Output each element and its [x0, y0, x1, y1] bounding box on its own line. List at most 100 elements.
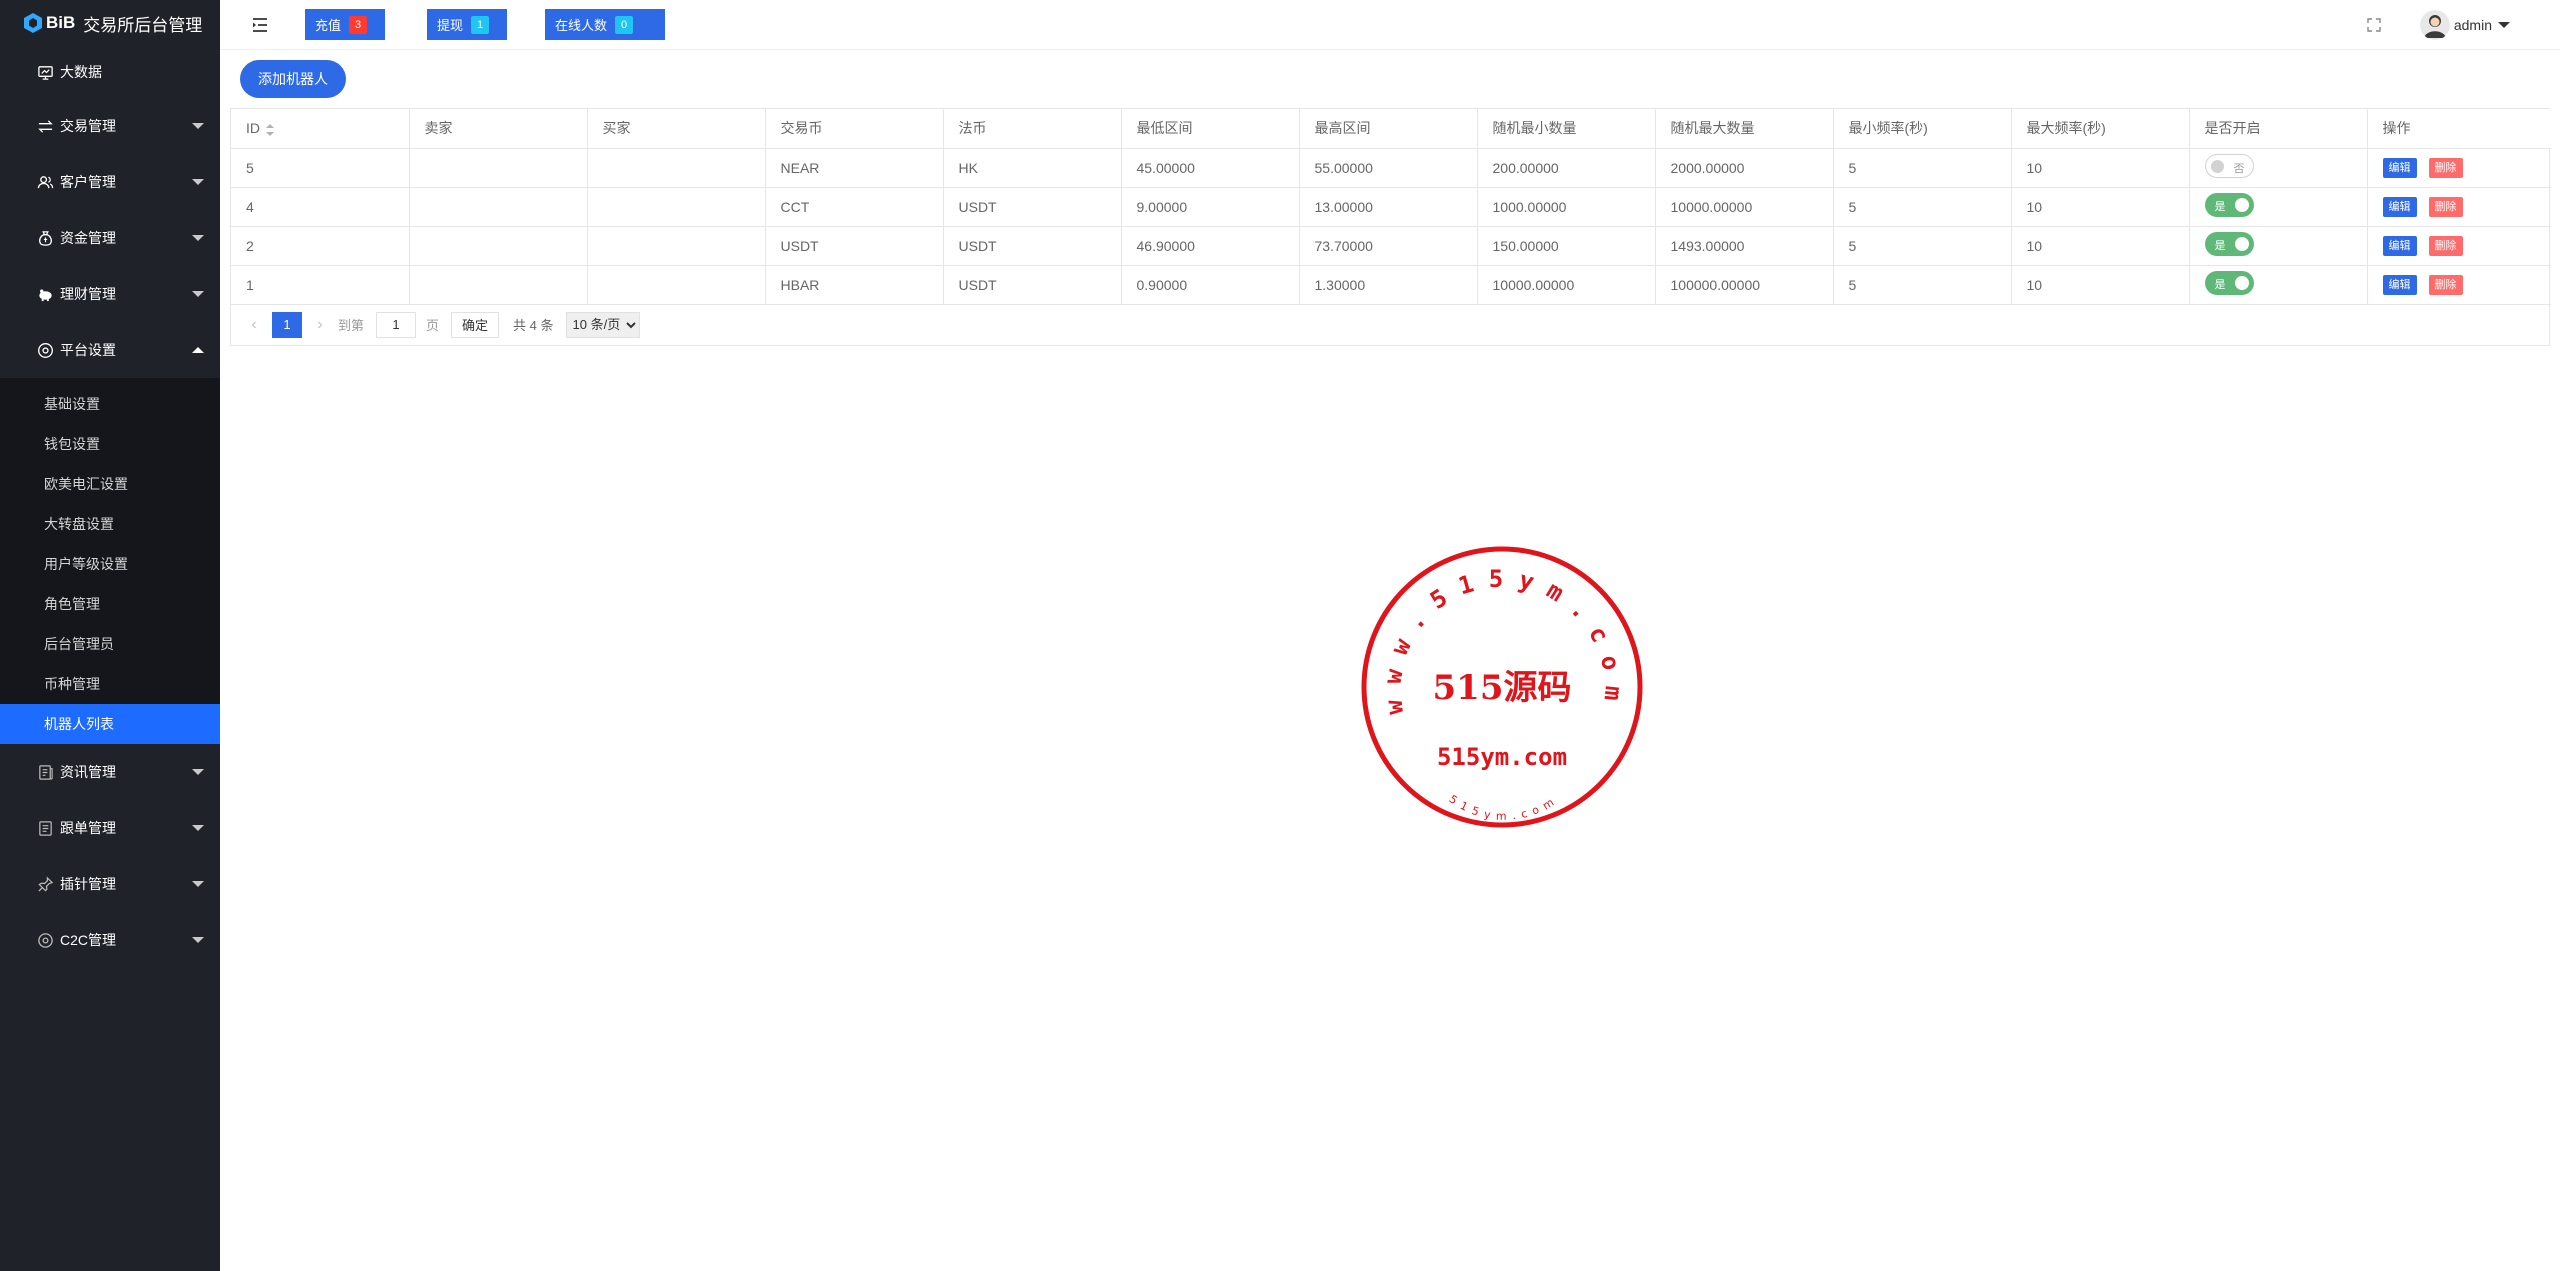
column-header[interactable]: ID — [231, 109, 410, 149]
edit-button[interactable]: 编辑 — [2382, 235, 2417, 256]
prev-page-button[interactable]: ‹ — [246, 316, 262, 334]
cell-buyer — [587, 265, 766, 305]
sort-icon[interactable] — [266, 123, 274, 136]
cell-id: 2 — [231, 226, 410, 266]
cell-coin: CCT — [765, 187, 944, 227]
sidebar-item-a2[interactable]: 客户管理 — [0, 154, 220, 210]
enabled-toggle[interactable]: 否 — [2204, 154, 2254, 178]
edit-button[interactable]: 编辑 — [2382, 157, 2417, 178]
submenu-item[interactable]: 钱包设置 — [0, 424, 220, 464]
top-bar: 充值 3 提现 1 在线人数 0 admin — [220, 0, 2560, 50]
chevron-down-icon — [192, 825, 204, 831]
sidebar-item-b0[interactable]: 资讯管理 — [0, 744, 220, 800]
add-robot-button[interactable]: 添加机器人 — [240, 60, 346, 98]
settings-circle-icon — [36, 341, 54, 359]
cell-max-range: 73.70000 — [1299, 226, 1478, 266]
edit-button[interactable]: 编辑 — [2382, 196, 2417, 217]
cell-min-qty: 10000.00000 — [1477, 265, 1656, 305]
goto-confirm-button[interactable]: 确定 — [451, 311, 500, 338]
delete-button[interactable]: 删除 — [2428, 274, 2463, 295]
column-header-label: 是否开启 — [2204, 120, 2261, 137]
sidebar-item-a4[interactable]: 理财管理 — [0, 266, 220, 322]
column-header-label: 最小频率(秒) — [1848, 120, 1928, 137]
robot-table: ID 卖家 买家 交易币 法币 最低区间 最高区间 随机最小数量 随机最大数量 最小频率(秒) 最大… — [231, 109, 2551, 305]
cell-max-freq: 10 — [2011, 187, 2190, 227]
sidebar-item-label: 大数据 — [60, 64, 102, 80]
submenu-item[interactable]: 币种管理 — [0, 664, 220, 704]
chevron-down-icon — [192, 769, 204, 775]
cell-min-range: 45.00000 — [1121, 148, 1300, 188]
cell-fiat: USDT — [943, 187, 1122, 227]
next-page-button[interactable]: › — [312, 316, 328, 334]
sidebar-item-b3[interactable]: C2C管理 — [0, 912, 220, 968]
sidebar-item-a0[interactable]: 大数据 — [0, 46, 220, 98]
enabled-toggle[interactable]: 是 — [2204, 232, 2254, 256]
toggle-label: 否 — [2233, 163, 2245, 175]
sidebar-item-a3[interactable]: 资金管理 — [0, 210, 220, 266]
cell-min-qty: 200.00000 — [1477, 148, 1656, 188]
sidebar-item-label: 交易管理 — [60, 118, 116, 134]
delete-button[interactable]: 删除 — [2428, 196, 2463, 217]
column-header: 最低区间 — [1121, 109, 1300, 149]
platform-settings-submenu: 基础设置 钱包设置 欧美电汇设置 大转盘设置 用户等级设置 角色管理 后台管理员 币种管理 机器… — [0, 378, 220, 744]
goto-page-input[interactable] — [376, 311, 417, 338]
submenu-item[interactable]: 基础设置 — [0, 384, 220, 424]
page-number-current[interactable]: 1 — [272, 311, 302, 338]
withdraw-button[interactable]: 提现 1 — [427, 9, 507, 40]
enabled-toggle[interactable]: 是 — [2204, 193, 2254, 217]
enabled-toggle[interactable]: 是 — [2204, 271, 2254, 295]
chevron-down-icon — [192, 937, 204, 943]
cell-max-freq: 10 — [2011, 226, 2190, 266]
column-header: 法币 — [943, 109, 1122, 149]
cell-buyer — [587, 187, 766, 227]
cell-max-freq: 10 — [2011, 265, 2190, 305]
sidebar-item-a1[interactable]: 交易管理 — [0, 98, 220, 154]
column-header: 最高区间 — [1299, 109, 1478, 149]
submenu-item[interactable]: 机器人列表 — [0, 704, 220, 744]
cell-max-qty: 100000.00000 — [1655, 265, 1834, 305]
recharge-count-badge: 3 — [349, 15, 368, 34]
delete-button[interactable]: 删除 — [2428, 157, 2463, 178]
submenu-item[interactable]: 大转盘设置 — [0, 504, 220, 544]
cell-min-freq: 5 — [1833, 187, 2012, 227]
cell-seller — [409, 226, 588, 266]
news-icon — [36, 763, 54, 781]
sidebar-item-b1[interactable]: 跟单管理 — [0, 800, 220, 856]
cell-fiat: HK — [943, 148, 1122, 188]
page-size-select[interactable]: 10 条/页 — [565, 311, 640, 338]
online-users-count-badge: 0 — [615, 15, 634, 34]
delete-button[interactable]: 删除 — [2428, 235, 2463, 256]
cell-seller — [409, 265, 588, 305]
toggle-knob — [2234, 276, 2249, 290]
cell-min-qty: 1000.00000 — [1477, 187, 1656, 227]
sidebar-item-label: 资讯管理 — [60, 764, 116, 780]
fullscreen-icon[interactable] — [2366, 17, 2382, 33]
chevron-down-icon — [192, 235, 204, 241]
chevron-down-icon — [2498, 22, 2510, 28]
cell-min-qty: 150.00000 — [1477, 226, 1656, 266]
column-header-label: 卖家 — [424, 120, 453, 137]
toggle-label: 是 — [2214, 279, 2226, 291]
sidebar-item-b2[interactable]: 插针管理 — [0, 856, 220, 912]
cell-enabled: 否 — [2189, 148, 2368, 188]
user-menu[interactable]: admin — [2419, 10, 2510, 40]
submenu-item[interactable]: 角色管理 — [0, 584, 220, 624]
chevron-down-icon — [192, 291, 204, 297]
column-header: 随机最大数量 — [1655, 109, 1834, 149]
menu-toggle-icon[interactable] — [250, 15, 270, 35]
cell-actions: 编辑 删除 — [2367, 148, 2551, 188]
recharge-button[interactable]: 充值 3 — [305, 9, 385, 40]
piggy-bank-icon — [36, 285, 54, 303]
submenu-item[interactable]: 后台管理员 — [0, 624, 220, 664]
submenu-item[interactable]: 欧美电汇设置 — [0, 464, 220, 504]
edit-button[interactable]: 编辑 — [2382, 274, 2417, 295]
cell-max-range: 55.00000 — [1299, 148, 1478, 188]
submenu-item[interactable]: 用户等级设置 — [0, 544, 220, 584]
logo[interactable]: BiB 交易所后台管理 — [0, 0, 220, 46]
sidebar-item-a5[interactable]: 平台设置 — [0, 322, 220, 378]
online-users-button[interactable]: 在线人数 0 — [545, 9, 665, 40]
cell-seller — [409, 148, 588, 188]
column-header: 卖家 — [409, 109, 588, 149]
cell-min-freq: 5 — [1833, 148, 2012, 188]
table-row: 4 CCT USDT 9.00000 13.00000 1000.00000 10000.0… — [231, 187, 2551, 227]
